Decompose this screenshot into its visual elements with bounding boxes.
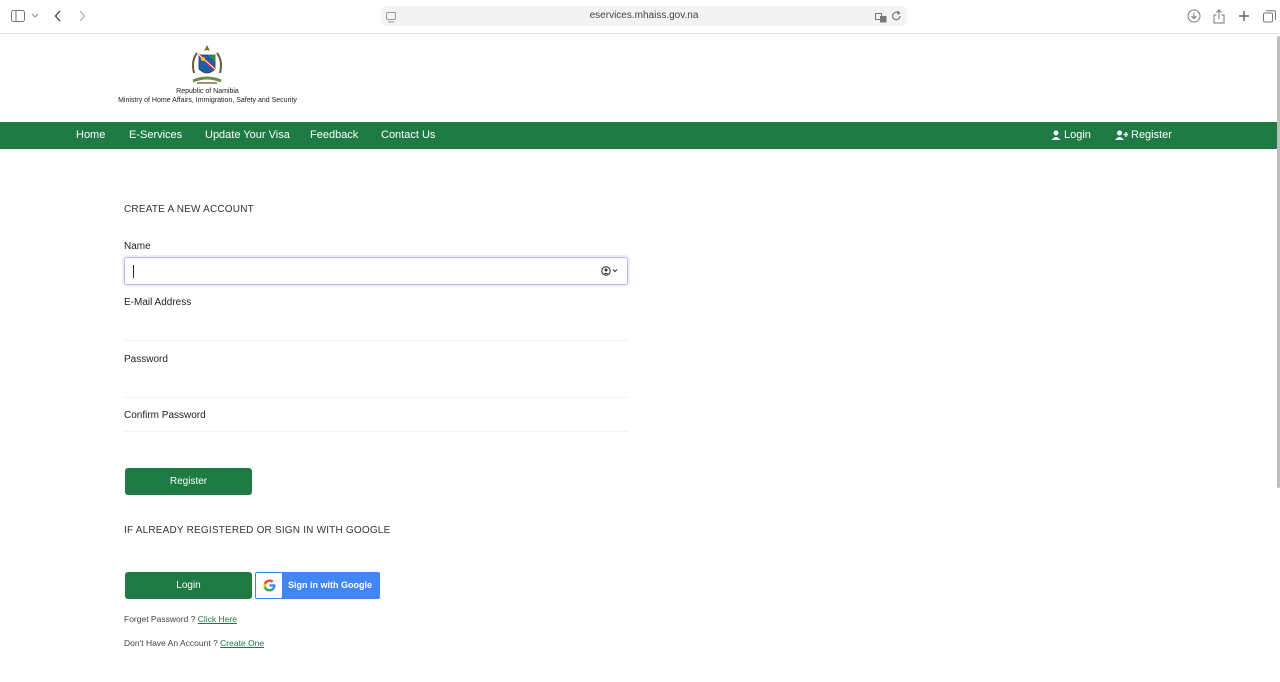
text-caret	[133, 265, 134, 278]
chevron-down-icon[interactable]	[31, 7, 39, 25]
name-input[interactable]	[124, 257, 628, 285]
share-icon[interactable]	[1213, 7, 1225, 25]
nav-register-label: Register	[1131, 129, 1172, 141]
register-button[interactable]: Register	[125, 468, 252, 495]
email-input[interactable]	[124, 340, 628, 341]
google-icon	[256, 573, 282, 598]
nav-home[interactable]: Home	[76, 129, 105, 141]
user-plus-icon	[1115, 130, 1128, 140]
nav-e-services[interactable]: E-Services	[129, 129, 182, 141]
forget-password-text: Forget Password ?	[124, 614, 196, 624]
address-bar[interactable]: eservices.mhaiss.gov.na	[381, 6, 907, 26]
google-signin-button[interactable]: Sign in with Google	[255, 572, 380, 599]
tabs-overview-icon[interactable]	[1263, 7, 1276, 25]
no-account-line: Don't Have An Account ? Create One	[124, 638, 264, 648]
nav-login[interactable]: Login	[1051, 129, 1091, 141]
no-account-text: Don't Have An Account ?	[124, 638, 218, 648]
nav-contact-us[interactable]: Contact Us	[381, 129, 435, 141]
form-title: CREATE A NEW ACCOUNT	[124, 204, 254, 215]
nav-register[interactable]: Register	[1115, 129, 1172, 141]
nav-feedback[interactable]: Feedback	[310, 129, 358, 141]
ministry-label: Ministry of Home Affairs, Immigration, S…	[118, 97, 297, 104]
main-nav: Home E-Services Update Your Visa Feedbac…	[0, 122, 1280, 149]
forward-icon[interactable]	[78, 7, 86, 25]
new-tab-icon[interactable]	[1238, 7, 1250, 25]
confirm-password-input[interactable]	[124, 431, 628, 432]
download-icon[interactable]	[1187, 7, 1201, 25]
browser-toolbar: eservices.mhaiss.gov.na	[0, 0, 1280, 34]
signin-note: IF ALREADY REGISTERED OR SIGN IN WITH GO…	[124, 525, 391, 536]
confirm-password-label: Confirm Password	[124, 410, 206, 421]
google-signin-label: Sign in with Google	[288, 580, 372, 590]
email-label: E-Mail Address	[124, 297, 192, 308]
nav-update-visa[interactable]: Update Your Visa	[205, 129, 290, 141]
coat-of-arms-logo[interactable]	[187, 43, 227, 87]
password-label: Password	[124, 354, 168, 365]
back-icon[interactable]	[54, 7, 62, 25]
name-label: Name	[124, 241, 151, 252]
create-one-link[interactable]: Create One	[220, 638, 264, 648]
user-icon	[1051, 130, 1061, 140]
forget-password-line: Forget Password ? Click Here	[124, 614, 237, 624]
autofill-contact-icon[interactable]	[601, 266, 619, 276]
url-text: eservices.mhaiss.gov.na	[589, 10, 699, 21]
click-here-link[interactable]: Click Here	[198, 614, 237, 624]
site-header: Republic of Namibia Ministry of Home Aff…	[0, 34, 1280, 122]
login-button[interactable]: Login	[125, 572, 252, 599]
password-input[interactable]	[124, 397, 628, 398]
republic-label: Republic of Namibia	[176, 88, 239, 95]
sidebar-icon[interactable]	[11, 7, 25, 25]
nav-login-label: Login	[1064, 129, 1091, 141]
reload-icon[interactable]	[891, 9, 902, 27]
translate-icon[interactable]	[875, 10, 887, 28]
